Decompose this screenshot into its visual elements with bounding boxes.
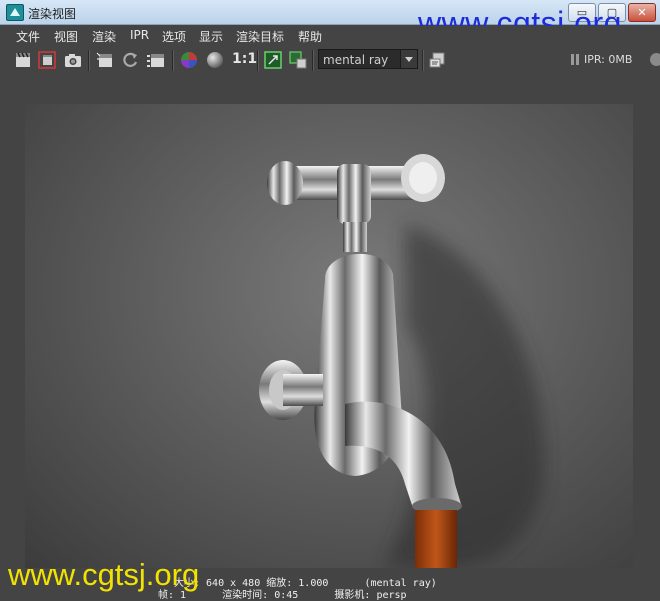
- render-viewport[interactable]: 大小: 640 x 480 缩放: 1.000 (mental ray) 帧: …: [8, 76, 660, 601]
- render-frame-icon[interactable]: [14, 51, 32, 69]
- ipr-status-indicator: [650, 53, 660, 66]
- grey-sphere-icon[interactable]: [206, 51, 224, 69]
- faucet-render-image: [259, 154, 545, 568]
- menu-render-target[interactable]: 渲染目标: [236, 28, 284, 45]
- menu-ipr[interactable]: IPR: [130, 28, 149, 42]
- keep-image-icon[interactable]: [289, 51, 307, 69]
- menu-options[interactable]: 选项: [162, 28, 186, 45]
- chevron-down-icon: [400, 50, 417, 68]
- refresh-icon[interactable]: [121, 51, 139, 69]
- menu-file[interactable]: 文件: [16, 28, 40, 45]
- toolbar-separator: [88, 50, 90, 71]
- window-title: 渲染视图: [28, 7, 77, 21]
- toolbar: 1:1 mental ray IPR: 0MB: [8, 45, 660, 75]
- render-settings-icon[interactable]: [428, 51, 446, 69]
- render-region-icon[interactable]: [38, 51, 56, 69]
- menu-display[interactable]: 显示: [199, 28, 223, 45]
- pause-icon[interactable]: [570, 54, 580, 65]
- menu-render[interactable]: 渲染: [92, 28, 116, 45]
- menu-help[interactable]: 帮助: [298, 28, 322, 45]
- menu-bar: 文件 视图 渲染 IPR 选项 显示 渲染目标 帮助: [8, 26, 660, 45]
- snapshot-icon[interactable]: [64, 51, 82, 69]
- one-to-one-button[interactable]: 1:1: [232, 51, 257, 67]
- color-channels-icon[interactable]: [180, 51, 198, 69]
- render-sequence-icon[interactable]: [147, 51, 165, 69]
- toolbar-separator: [172, 50, 174, 71]
- maya-app-icon: [6, 4, 24, 21]
- menu-view[interactable]: 视图: [54, 28, 78, 45]
- toolbar-separator: [422, 50, 424, 71]
- renderer-value: mental ray: [323, 53, 389, 67]
- renderer-dropdown[interactable]: mental ray: [318, 49, 418, 69]
- ipr-render-icon[interactable]: [96, 51, 114, 69]
- close-button[interactable]: ✕: [628, 3, 656, 22]
- watermark-bottom: www.cgtsj.org: [8, 557, 200, 592]
- rendered-image: [25, 104, 633, 568]
- toolbar-separator: [312, 50, 314, 71]
- ipr-memory-status: IPR: 0MB: [584, 53, 633, 66]
- toolbar-separator: [257, 50, 259, 71]
- frame-region-icon[interactable]: [264, 51, 282, 69]
